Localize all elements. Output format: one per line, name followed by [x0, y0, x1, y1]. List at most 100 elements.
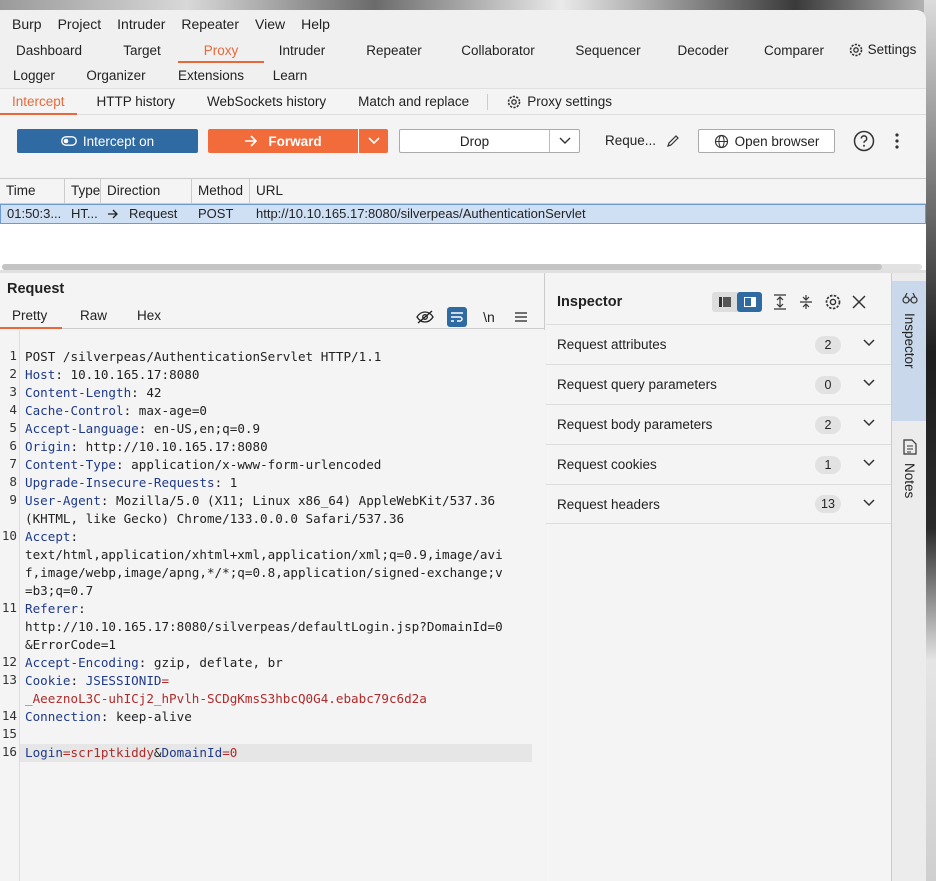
- gear-icon[interactable]: [824, 293, 842, 311]
- layout-toggle: [712, 292, 762, 312]
- header-line: Origin: http://10.10.165.17:8080: [25, 439, 268, 454]
- tab-pretty[interactable]: Pretty: [0, 305, 62, 329]
- side-tab-inspector-label: Inspector: [902, 313, 917, 369]
- header-value: 1: [222, 475, 238, 490]
- tab-organizer[interactable]: Organizer: [68, 68, 164, 88]
- tab-match-and-replace[interactable]: Match and replace: [346, 89, 481, 115]
- section-count: 2: [815, 415, 841, 434]
- menu-help[interactable]: Help: [293, 16, 338, 32]
- more-options-icon[interactable]: [890, 130, 904, 152]
- column-url[interactable]: URL: [250, 179, 926, 203]
- column-type[interactable]: Type: [65, 179, 101, 203]
- section-count: 1: [815, 455, 841, 474]
- header-line: User-Agent: Mozilla/5.0 (X11; Linux x86_…: [25, 493, 496, 508]
- tab-hex[interactable]: Hex: [125, 305, 173, 328]
- tab-sequencer[interactable]: Sequencer: [556, 43, 660, 63]
- tab-repeater[interactable]: Repeater: [348, 43, 440, 63]
- menu-burp[interactable]: Burp: [4, 16, 50, 32]
- menu-repeater[interactable]: Repeater: [173, 16, 247, 32]
- request-line: POST /silverpeas/AuthenticationServlet H…: [25, 349, 382, 364]
- tab-settings-label: Settings: [867, 42, 917, 57]
- request-view-tools: \n: [415, 307, 531, 327]
- tab-websockets-history[interactable]: WebSockets history: [195, 89, 338, 115]
- request-editor[interactable]: 1 2 3 4 5 6 7 8 9 10 11 12 13 14 15 16 P…: [0, 330, 545, 881]
- menu-view[interactable]: View: [247, 16, 293, 32]
- header-name: Host: [25, 367, 56, 382]
- tab-collaborator[interactable]: Collaborator: [440, 43, 556, 63]
- tab-target[interactable]: Target: [98, 43, 186, 63]
- header-continuation: (KHTML, like Gecko) Chrome/133.0.0.0 Saf…: [25, 511, 405, 526]
- line-number: 8: [9, 474, 17, 489]
- param-value: 0: [229, 745, 238, 760]
- tab-raw[interactable]: Raw: [68, 305, 119, 328]
- header-continuation: =b3;q=0.7: [25, 583, 94, 598]
- close-icon[interactable]: [852, 295, 866, 309]
- hide-nonprintable-icon[interactable]: [415, 307, 435, 327]
- request-pane: Request Pretty Raw Hex \n 1 2 3 4 5 6 7 …: [0, 273, 545, 881]
- cell-time: 01:50:3...: [7, 206, 62, 221]
- menu-intruder[interactable]: Intruder: [109, 16, 173, 32]
- tab-learn[interactable]: Learn: [258, 68, 322, 88]
- tab-proxy[interactable]: Proxy: [178, 43, 264, 63]
- gear-icon: [507, 95, 521, 108]
- menu-project[interactable]: Project: [50, 16, 110, 32]
- tab-http-history[interactable]: HTTP history: [85, 89, 188, 115]
- request-label: Reque...: [605, 133, 657, 148]
- header-line: Upgrade-Insecure-Requests: 1: [25, 475, 238, 490]
- help-icon[interactable]: [853, 130, 875, 152]
- intercept-queue-table: Time Type Direction Method URL 01:50:3..…: [0, 178, 926, 270]
- section-label: Request attributes: [557, 337, 667, 352]
- cell-method: POST: [198, 206, 234, 221]
- tab-proxy-settings[interactable]: Proxy settings: [494, 89, 624, 115]
- param-sep: =: [222, 745, 230, 760]
- expand-all-icon[interactable]: [772, 294, 788, 310]
- table-row[interactable]: 01:50:3... HT... Request POST http://10.…: [0, 204, 926, 224]
- header-name: Connection: [25, 709, 101, 724]
- tab-comparer[interactable]: Comparer: [746, 43, 842, 63]
- intercept-toggle-button[interactable]: Intercept on: [17, 129, 198, 153]
- word-wrap-icon[interactable]: [447, 307, 467, 327]
- tab-settings[interactable]: Settings: [842, 42, 922, 63]
- cell-direction: Request: [101, 205, 192, 223]
- tab-dashboard[interactable]: Dashboard: [0, 43, 98, 63]
- line-number: 10: [1, 528, 17, 543]
- header-name: Cache-Control: [25, 403, 124, 418]
- tab-extensions[interactable]: Extensions: [164, 68, 258, 88]
- tab-decoder[interactable]: Decoder: [660, 43, 746, 63]
- column-time[interactable]: Time: [0, 179, 65, 203]
- header-name: Content-Type: [25, 457, 116, 472]
- request-title: Request: [7, 281, 65, 297]
- tab-intruder[interactable]: Intruder: [256, 43, 348, 63]
- header-name: Origin: [25, 439, 71, 454]
- side-panel-tabs: Inspector Notes: [891, 273, 926, 881]
- forward-dropdown-button[interactable]: [358, 129, 388, 153]
- inspector-section-cookies[interactable]: Request cookies 1: [546, 444, 891, 484]
- collapse-all-icon[interactable]: [798, 294, 814, 310]
- request-label-editor[interactable]: Reque...: [605, 133, 680, 148]
- drop-button[interactable]: Drop: [400, 130, 549, 152]
- header-name: Accept: [25, 529, 71, 544]
- side-tab-notes[interactable]: Notes: [892, 431, 926, 531]
- drop-dropdown-button[interactable]: [549, 130, 579, 152]
- inspector-section-request-attributes[interactable]: Request attributes 2: [546, 324, 891, 364]
- cell-type: HT...: [71, 206, 98, 221]
- side-tab-inspector[interactable]: Inspector: [892, 281, 926, 421]
- tab-logger[interactable]: Logger: [0, 68, 68, 88]
- open-browser-button[interactable]: Open browser: [698, 129, 835, 153]
- header-name: Cookie: [25, 673, 71, 688]
- column-direction[interactable]: Direction: [101, 179, 192, 203]
- gear-icon: [849, 43, 862, 57]
- tab-intercept[interactable]: Intercept: [0, 89, 77, 115]
- column-method[interactable]: Method: [192, 179, 250, 203]
- header-value: http://10.10.165.17:8080: [78, 439, 268, 454]
- inspector-icon: [901, 292, 918, 304]
- menu-icon[interactable]: [511, 307, 531, 327]
- inspector-section-headers[interactable]: Request headers 13: [546, 484, 891, 524]
- forward-button[interactable]: Forward: [208, 129, 358, 153]
- layout-stacked-icon[interactable]: [712, 292, 737, 312]
- inspector-section-body-parameters[interactable]: Request body parameters 2: [546, 404, 891, 444]
- newline-toggle-icon[interactable]: \n: [479, 307, 499, 327]
- inspector-section-query-parameters[interactable]: Request query parameters 0: [546, 364, 891, 404]
- layout-side-icon[interactable]: [737, 292, 762, 312]
- header-value: max-age=0: [131, 403, 207, 418]
